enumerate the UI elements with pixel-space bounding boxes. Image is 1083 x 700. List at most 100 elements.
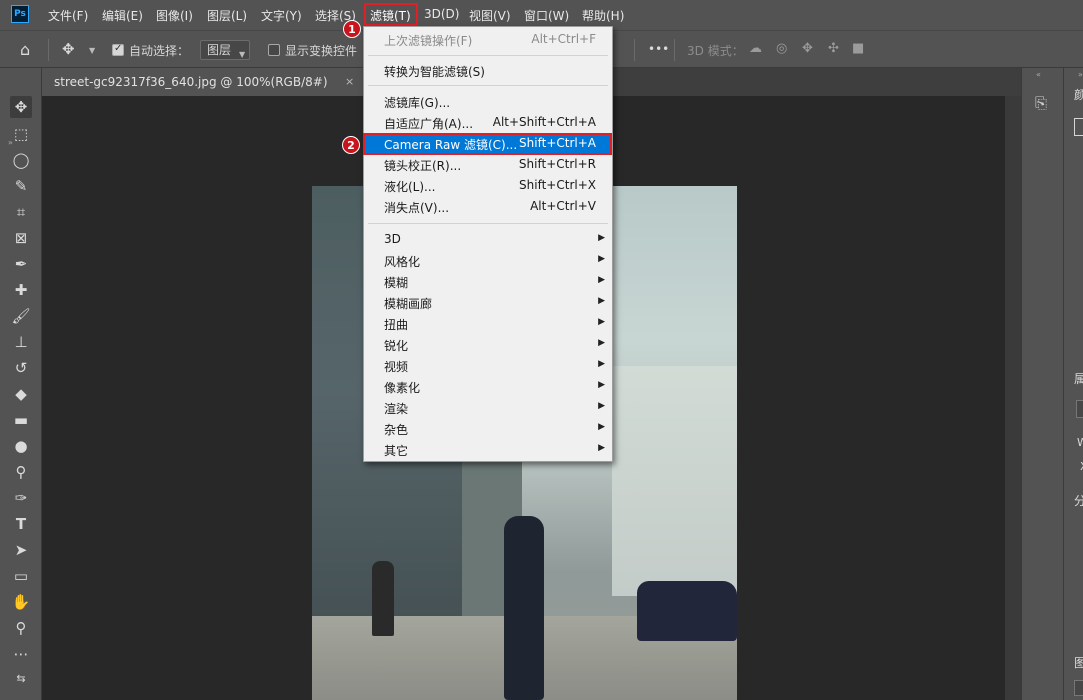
submenu-arrow-icon: ▶ xyxy=(598,443,605,453)
menu-separator xyxy=(368,85,608,86)
menu-item-adaptive-wide-angle[interactable]: 自适应广角(A)... Alt+Shift+Ctrl+A xyxy=(365,112,611,133)
collapse-panels-icon[interactable]: « xyxy=(1036,70,1041,79)
menu-item-liquify[interactable]: 液化(L)... Shift+Ctrl+X xyxy=(365,175,611,196)
right-panel-dock: » 颜 属 W X 分 图 xyxy=(1063,68,1083,700)
type-tool-icon[interactable]: T xyxy=(10,513,32,535)
menu-layer[interactable]: 图层(L) xyxy=(207,7,247,24)
submenu-arrow-icon: ▶ xyxy=(598,380,605,390)
brush-tool-icon[interactable]: 🖌 xyxy=(10,305,32,327)
color-swatch[interactable] xyxy=(1074,118,1083,136)
camera-raw-highlight-frame xyxy=(363,133,612,155)
step-badge-2: 2 xyxy=(342,136,360,154)
step-badge-1: 1 xyxy=(343,20,361,38)
eraser-tool-icon[interactable]: ◆ xyxy=(10,383,32,405)
menu-item-convert-smart-filter[interactable]: 转换为智能滤镜(S) xyxy=(365,60,611,81)
menu-item-3d[interactable]: 3D ▶ xyxy=(365,229,611,250)
menu-item-blur[interactable]: 模糊 ▶ xyxy=(365,271,611,292)
menu-item-lens-correction[interactable]: 镜头校正(R)... Shift+Ctrl+R xyxy=(365,154,611,175)
more-tools-icon[interactable]: ⋯ xyxy=(10,643,32,665)
menu-item-video[interactable]: 视频 ▶ xyxy=(365,355,611,376)
menu-item-render[interactable]: 渲染 ▶ xyxy=(365,397,611,418)
zoom-tool-icon[interactable]: ⚲ xyxy=(10,617,32,639)
menu-separator xyxy=(368,55,608,56)
menu-edit[interactable]: 编辑(E) xyxy=(102,7,143,24)
menu-file[interactable]: 文件(F) xyxy=(48,7,88,24)
quick-select-tool-icon[interactable]: ✎ xyxy=(10,175,32,197)
menu-item-filter-gallery[interactable]: 滤镜库(G)... xyxy=(365,91,611,112)
menu-item-vanishing-point[interactable]: 消失点(V)... Alt+Ctrl+V xyxy=(365,196,611,217)
image-pedestrian xyxy=(372,561,394,636)
submenu-arrow-icon: ▶ xyxy=(598,401,605,411)
menu-item-noise[interactable]: 杂色 ▶ xyxy=(365,418,611,439)
gradient-tool-icon[interactable]: ▬ xyxy=(10,409,32,431)
color-panel-tab[interactable]: 颜 xyxy=(1074,86,1083,103)
menu-help[interactable]: 帮助(H) xyxy=(582,7,624,24)
resolution-label: 分 xyxy=(1074,494,1083,508)
camera-3d-icon[interactable]: ■ xyxy=(852,41,864,56)
expand-panels-icon[interactable]: » xyxy=(1078,70,1083,79)
width-label: W xyxy=(1077,436,1083,449)
filter-menu-highlight-frame xyxy=(364,3,418,26)
show-transform-label: 显示变换控件 xyxy=(285,44,358,58)
submenu-arrow-icon: ▶ xyxy=(598,275,605,285)
layers-panel-tab[interactable]: 图 xyxy=(1074,654,1083,671)
roll-3d-icon[interactable]: ◎ xyxy=(776,41,787,56)
healing-brush-tool-icon[interactable]: ✚ xyxy=(10,279,32,301)
pan-3d-icon[interactable]: ✥ xyxy=(802,41,813,56)
submenu-arrow-icon: ▶ xyxy=(598,338,605,348)
auto-select-target-dropdown[interactable]: 图层 ▼ xyxy=(200,40,250,60)
close-icon[interactable]: × xyxy=(345,75,354,88)
chevron-down-icon[interactable]: ▼ xyxy=(89,46,95,55)
crop-tool-icon[interactable]: ⌗ xyxy=(10,201,32,223)
document-tab-title: street-gc92317f36_640.jpg @ 100%(RGB/8#) xyxy=(54,75,328,89)
mode-3d-label: 3D 模式： xyxy=(687,44,744,58)
menu-item-pixelate[interactable]: 像素化 ▶ xyxy=(365,376,611,397)
menu-separator xyxy=(368,223,608,224)
layers-search-field[interactable] xyxy=(1074,680,1083,696)
lasso-tool-icon[interactable]: ◯ xyxy=(10,149,32,171)
menu-item-other[interactable]: 其它 ▶ xyxy=(365,439,611,460)
auto-select-checkbox[interactable] xyxy=(112,43,124,56)
marquee-tool-icon[interactable]: ⬚ xyxy=(10,123,32,145)
home-icon[interactable]: ⌂ xyxy=(20,40,30,59)
tools-panel: » ✥ ⬚ ◯ ✎ ⌗ ⊠ ✒ ✚ 🖌 ⊥ ↺ ◆ ▬ ● ⚲ ✑ T ➤ ▭ … xyxy=(0,68,42,700)
submenu-arrow-icon: ▶ xyxy=(598,254,605,264)
auto-select-label: 自动选择： xyxy=(129,44,190,58)
workspace-edge xyxy=(1005,96,1021,700)
path-select-tool-icon[interactable]: ➤ xyxy=(10,539,32,561)
document-tab[interactable]: street-gc92317f36_640.jpg @ 100%(RGB/8#)… xyxy=(42,68,364,96)
rectangle-tool-icon[interactable]: ▭ xyxy=(10,565,32,587)
default-colors-icon[interactable]: ⇆ xyxy=(10,667,32,689)
submenu-arrow-icon: ▶ xyxy=(598,422,605,432)
orbit-3d-icon[interactable]: ☁ xyxy=(749,41,762,56)
dodge-tool-icon[interactable]: ⚲ xyxy=(10,461,32,483)
menu-item-sharpen[interactable]: 锐化 ▶ xyxy=(365,334,611,355)
eyedropper-tool-icon[interactable]: ✒ xyxy=(10,253,32,275)
hand-tool-icon[interactable]: ✋ xyxy=(10,591,32,613)
move-tool-icon[interactable]: ✥ xyxy=(10,96,32,118)
show-transform-checkbox[interactable] xyxy=(268,44,280,56)
slide-3d-icon[interactable]: ✣ xyxy=(828,41,839,56)
blur-tool-icon[interactable]: ● xyxy=(10,435,32,457)
history-brush-tool-icon[interactable]: ↺ xyxy=(10,357,32,379)
menu-type[interactable]: 文字(Y) xyxy=(261,7,302,24)
properties-field[interactable] xyxy=(1076,400,1083,418)
menu-window[interactable]: 窗口(W) xyxy=(524,7,569,24)
frame-tool-icon[interactable]: ⊠ xyxy=(10,227,32,249)
menu-item-stylize[interactable]: 风格化 ▶ xyxy=(365,250,611,271)
clone-stamp-tool-icon[interactable]: ⊥ xyxy=(10,331,32,353)
menu-image[interactable]: 图像(I) xyxy=(156,7,193,24)
image-building-right xyxy=(612,366,737,596)
history-panel-icon[interactable]: ⎘ xyxy=(1035,94,1047,112)
submenu-arrow-icon: ▶ xyxy=(598,317,605,327)
menu-view[interactable]: 视图(V) xyxy=(469,7,511,24)
image-person xyxy=(504,516,544,700)
properties-panel-tab[interactable]: 属 xyxy=(1074,370,1083,387)
move-tool-icon[interactable]: ✥ xyxy=(62,40,75,58)
more-options-icon[interactable]: ••• xyxy=(648,42,669,56)
submenu-arrow-icon: ▶ xyxy=(598,296,605,306)
menu-item-distort[interactable]: 扭曲 ▶ xyxy=(365,313,611,334)
menu-3d[interactable]: 3D(D) xyxy=(424,7,459,21)
pen-tool-icon[interactable]: ✑ xyxy=(10,487,32,509)
menu-item-blur-gallery[interactable]: 模糊画廊 ▶ xyxy=(365,292,611,313)
